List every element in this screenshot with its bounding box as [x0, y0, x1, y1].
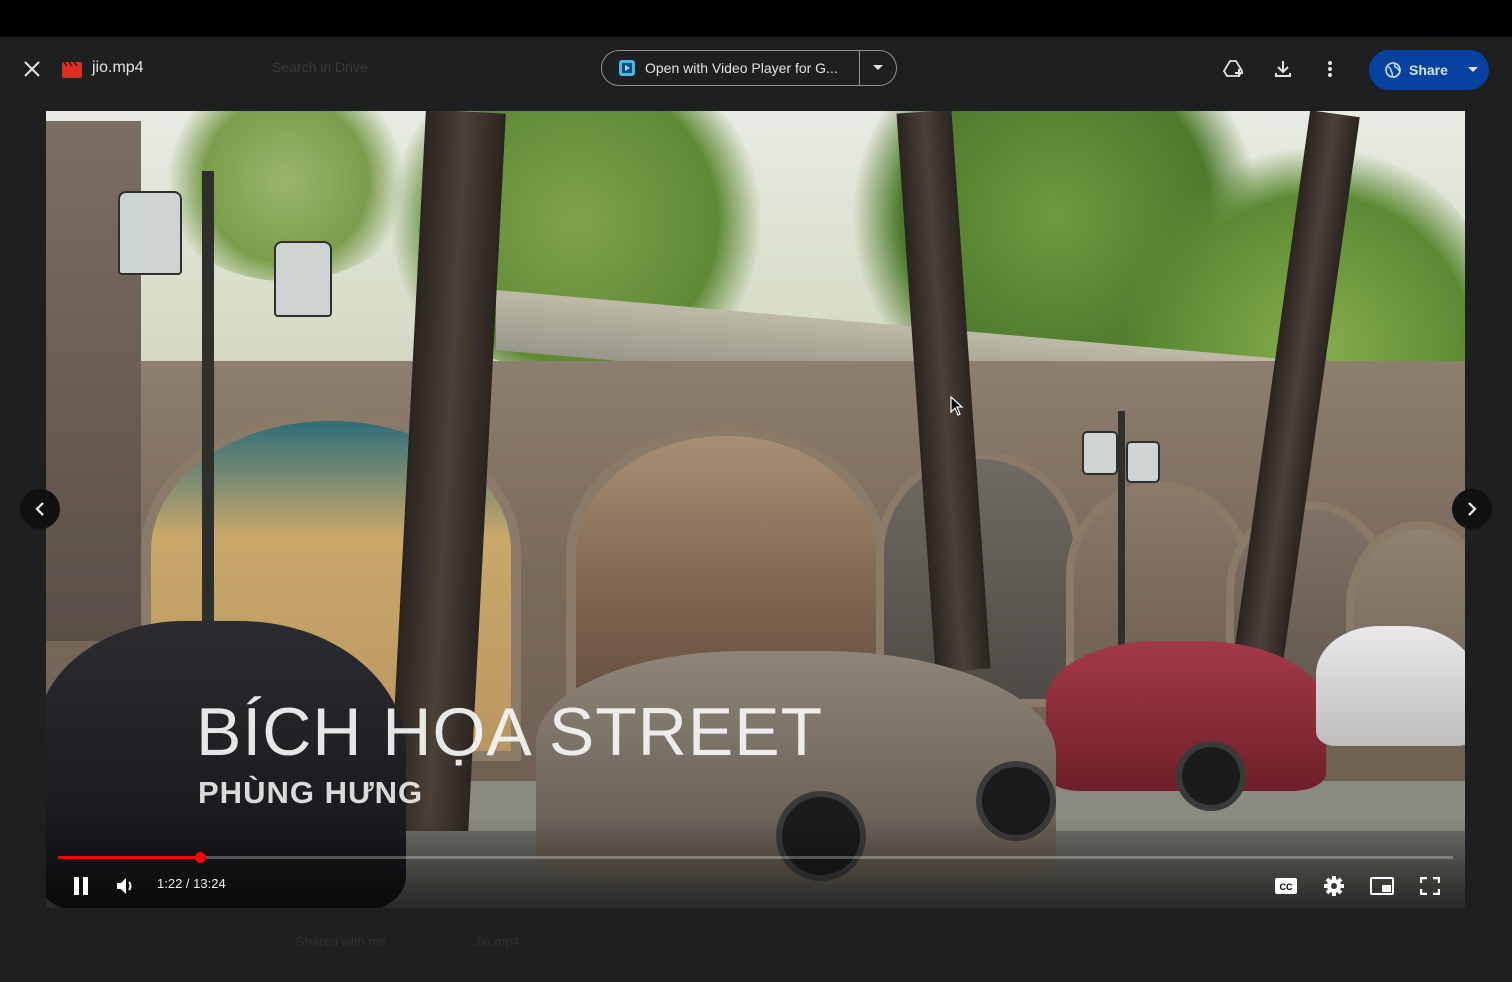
fullscreen-button[interactable] [1412, 868, 1448, 904]
next-file-button[interactable] [1452, 489, 1492, 529]
pause-button[interactable] [63, 868, 99, 904]
previous-file-button[interactable] [20, 489, 60, 529]
volume-icon [117, 878, 132, 894]
time-display: 1:22 / 13:24 [157, 876, 226, 891]
globe-icon [1385, 62, 1401, 78]
more-vertical-icon [1328, 61, 1332, 77]
captions-button[interactable]: CC [1268, 868, 1304, 904]
chevron-left-icon [35, 502, 44, 516]
share-dropdown[interactable] [1457, 50, 1489, 90]
street-lamp [1082, 431, 1118, 475]
settings-gear-icon [1324, 876, 1344, 896]
caret-down-icon [1468, 67, 1478, 72]
controls-scrim [46, 818, 1465, 908]
volume-button[interactable] [108, 868, 144, 904]
open-with-label: Open with Video Player for G... [645, 60, 838, 76]
footer-ghost-filename: Jio.mp4 [474, 934, 520, 949]
street-lamp [1126, 441, 1160, 483]
car-wheel [1176, 741, 1246, 811]
progress-bar[interactable] [58, 852, 1453, 863]
svg-text:CC: CC [1280, 882, 1293, 892]
footer-ghost-location: Shared with me [296, 934, 387, 949]
video-title-overlay: BÍCH HỌA STREET [196, 694, 824, 770]
pause-icon [74, 877, 88, 895]
video-player-app-icon [619, 60, 635, 76]
share-button[interactable]: Share [1369, 50, 1457, 90]
video-subtitle-overlay: PHÙNG HƯNG [198, 775, 424, 810]
chevron-right-icon [1468, 502, 1477, 516]
viewer-header: jio.mp4 Search in Drive Open with Video … [0, 37, 1512, 107]
download-button[interactable] [1265, 51, 1301, 87]
close-icon [24, 61, 40, 77]
progress-played [58, 856, 201, 859]
white-car [1316, 626, 1465, 746]
download-icon [1275, 61, 1291, 77]
caret-down-icon [873, 65, 883, 70]
system-top-bar [0, 0, 1512, 37]
open-with-dropdown[interactable] [860, 51, 896, 85]
miniplayer-icon [1370, 877, 1394, 895]
add-to-drive-icon [1223, 60, 1244, 77]
mouse-cursor-icon [950, 396, 964, 416]
video-player[interactable]: BÍCH HỌA STREET PHÙNG HƯNG 1:22 / 13:24 … [46, 111, 1465, 908]
search-input-ghost: Search in Drive [272, 59, 368, 75]
open-with-split-button: Open with Video Player for G... [601, 50, 897, 86]
close-button[interactable] [14, 51, 50, 87]
cc-icon: CC [1275, 878, 1297, 894]
street-lamp [274, 241, 332, 317]
share-split-button: Share [1369, 50, 1489, 90]
settings-button[interactable] [1316, 868, 1352, 904]
share-label: Share [1409, 62, 1448, 78]
more-actions-button[interactable] [1312, 51, 1348, 87]
video-file-icon [62, 61, 82, 78]
open-with-button[interactable]: Open with Video Player for G... [602, 51, 860, 85]
fullscreen-icon [1420, 877, 1440, 895]
street-lamp [118, 191, 182, 275]
file-name: jio.mp4 [92, 59, 144, 76]
miniplayer-button[interactable] [1364, 868, 1400, 904]
add-to-drive-button[interactable] [1216, 51, 1252, 87]
